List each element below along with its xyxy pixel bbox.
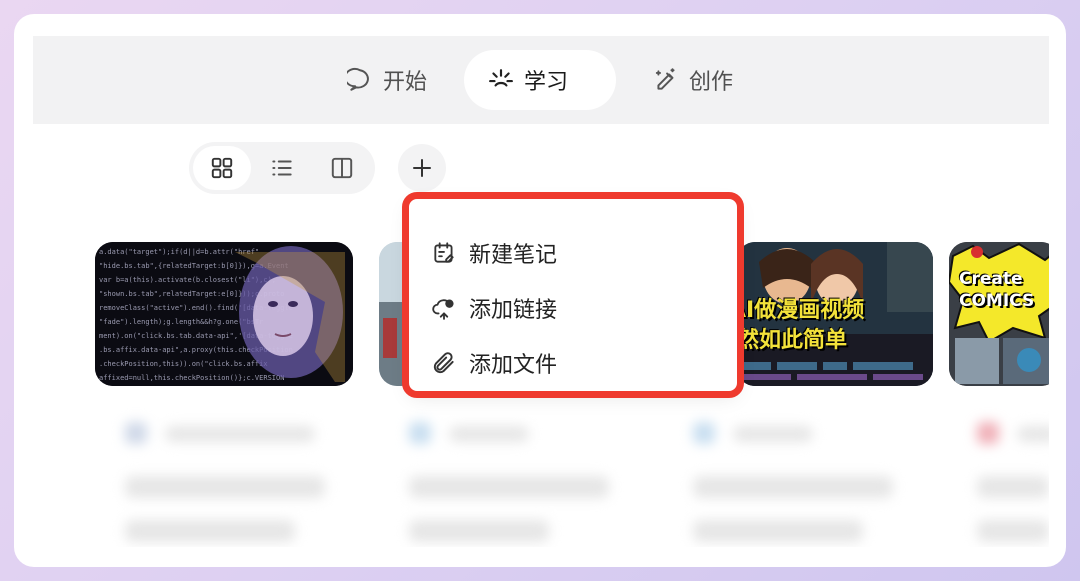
main-panel: 开始 学习 创作 a.data("target");if(d||d=b.attr… — [33, 36, 1049, 547]
menu-item-label: 添加文件 — [469, 353, 558, 378]
card-thumbnail[interactable]: Create COMICS — [949, 242, 1049, 386]
magic-pen-icon — [655, 68, 675, 90]
calendar-note-icon — [434, 242, 454, 263]
create-comics-image — [949, 242, 1049, 386]
card-thumbnail[interactable]: AI做漫画视频 然如此简单 — [737, 242, 933, 386]
menu-item-label: 新建笔记 — [469, 243, 558, 268]
tab-create[interactable]: 创作 — [629, 50, 757, 110]
svg-text:"fade").length);g.length&&h?g.: "fade").length);g.length&&h?g.one("bsTr — [99, 318, 263, 326]
sparkle-icon — [489, 69, 513, 87]
app-window: 开始 学习 创作 a.data("target");if(d||d=b.attr… — [14, 14, 1066, 567]
menu-item-add-file[interactable]: 添加文件 — [431, 343, 557, 383]
chat-bubble-icon — [347, 67, 369, 91]
grid-view-button[interactable] — [193, 146, 251, 190]
menu-item-add-link[interactable]: 添加链接 — [431, 288, 557, 328]
split-view-icon — [331, 157, 353, 179]
ai-face-code-image: a.data("target");if(d||d=b.attr("href" "… — [95, 242, 353, 386]
tab-bar: 开始 学习 创作 — [33, 36, 1049, 124]
list-view-button[interactable] — [253, 146, 311, 190]
tab-label: 开始 — [383, 70, 428, 95]
add-button[interactable] — [398, 144, 446, 192]
card-thumbnail[interactable]: a.data("target");if(d||d=b.attr("href" "… — [95, 242, 353, 386]
thumbnail-overlay-text: Create COMICS — [959, 269, 1035, 311]
svg-text:affixed=null,this.checkPositio: affixed=null,this.checkPosition()};c.VER… — [99, 374, 284, 382]
view-mode-toggle — [189, 142, 375, 194]
tab-learn[interactable]: 学习 — [464, 50, 616, 110]
plus-icon — [413, 159, 431, 177]
tab-start[interactable]: 开始 — [323, 50, 451, 110]
tab-label: 学习 — [524, 70, 569, 95]
add-dropdown-menu: 新建笔记 添加链接 添加文件 — [402, 192, 744, 398]
cloud-link-icon — [432, 299, 454, 320]
grid-view-icon — [211, 157, 233, 179]
menu-item-label: 添加链接 — [469, 298, 558, 323]
list-view-icon — [272, 160, 292, 176]
thumbnail-overlay-text: 然如此简单 — [737, 328, 848, 353]
menu-item-new-note[interactable]: 新建笔记 — [431, 233, 557, 273]
thumbnail-overlay-text: AI做漫画视频 — [737, 298, 865, 323]
tab-label: 创作 — [689, 70, 734, 95]
paperclip-icon — [433, 352, 454, 374]
split-view-button[interactable] — [313, 146, 371, 190]
svg-text:.checkPosition,this)).on("clic: .checkPosition,this)).on("click.bs.affix — [99, 360, 268, 368]
